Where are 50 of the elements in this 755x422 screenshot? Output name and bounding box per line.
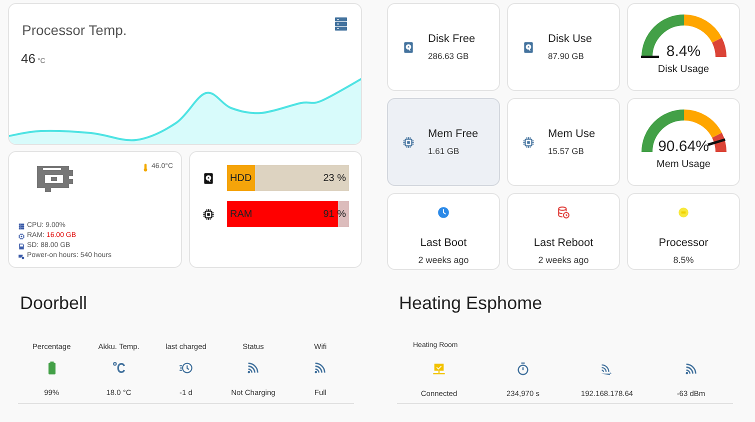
temperature-value: 46 <box>21 50 36 68</box>
gauge-label: Disk Usage <box>658 63 710 77</box>
chip-icon <box>202 208 215 220</box>
tile-value: 286.63 GB <box>428 50 470 63</box>
bar-label: HDD <box>230 172 252 186</box>
server-icon <box>18 222 25 230</box>
chip-icon <box>522 136 535 148</box>
chip-icon <box>18 232 25 240</box>
entity-tile[interactable]: Disk Use 87.90 GB <box>507 3 620 91</box>
gauge-label: Mem Usage <box>656 158 710 172</box>
tile-name: Last Boot <box>420 236 467 251</box>
bar-label: RAM <box>230 208 252 222</box>
bar-value: 23 % <box>323 172 346 186</box>
entity-tile[interactable]: Disk Free 286.63 GB <box>387 3 500 91</box>
tile-name: Disk Use <box>548 32 592 48</box>
entity-tile[interactable]: Mem Use 15.57 GB <box>507 98 620 186</box>
clock-icon <box>437 206 450 219</box>
tile-name: Processor <box>658 236 708 251</box>
chip-icon <box>402 136 415 148</box>
tile-name: Mem Use <box>548 127 596 142</box>
tile-value: 8.5% <box>673 254 694 266</box>
gauge-value: 8.4% <box>665 43 702 61</box>
tile-value: 87.90 GB <box>548 50 585 63</box>
button-tile[interactable]: Last Reboot 2 weeks ago <box>507 193 620 270</box>
dot-icon <box>677 206 690 219</box>
section-title: Heating Esphome <box>399 292 544 315</box>
button-tile[interactable]: Last Boot 2 weeks ago <box>387 193 500 270</box>
tile-value: 1.61 GB <box>428 144 460 158</box>
tile-value: 2 weeks ago <box>418 254 469 267</box>
history-icon <box>179 361 193 376</box>
tile-name: Mem Free <box>428 127 478 142</box>
wifi-icon <box>246 361 260 376</box>
sd-card-icon <box>18 242 25 250</box>
section-title: Doorbell <box>20 292 88 315</box>
tile-name: Disk Free <box>428 32 476 48</box>
wifi-icon <box>313 361 328 376</box>
button-tile[interactable]: Processor 8.5% <box>627 193 740 270</box>
wifi-icon <box>684 362 698 376</box>
gauge-value: 90.64% <box>657 138 710 156</box>
tile-name: Last Reboot <box>534 236 594 251</box>
celsius-icon <box>112 361 126 376</box>
database-clock-icon <box>557 206 570 219</box>
entity-tile[interactable]: Mem Free 1.61 GB <box>387 98 500 186</box>
monitor-icon <box>432 362 446 376</box>
tile-value: 2 weeks ago <box>538 254 589 267</box>
card-title: Processor Temp. <box>22 21 127 40</box>
tile-value: 15.57 GB <box>548 144 585 158</box>
timer-icon <box>516 362 530 376</box>
server-icon <box>333 16 349 32</box>
network-icon <box>600 362 614 376</box>
